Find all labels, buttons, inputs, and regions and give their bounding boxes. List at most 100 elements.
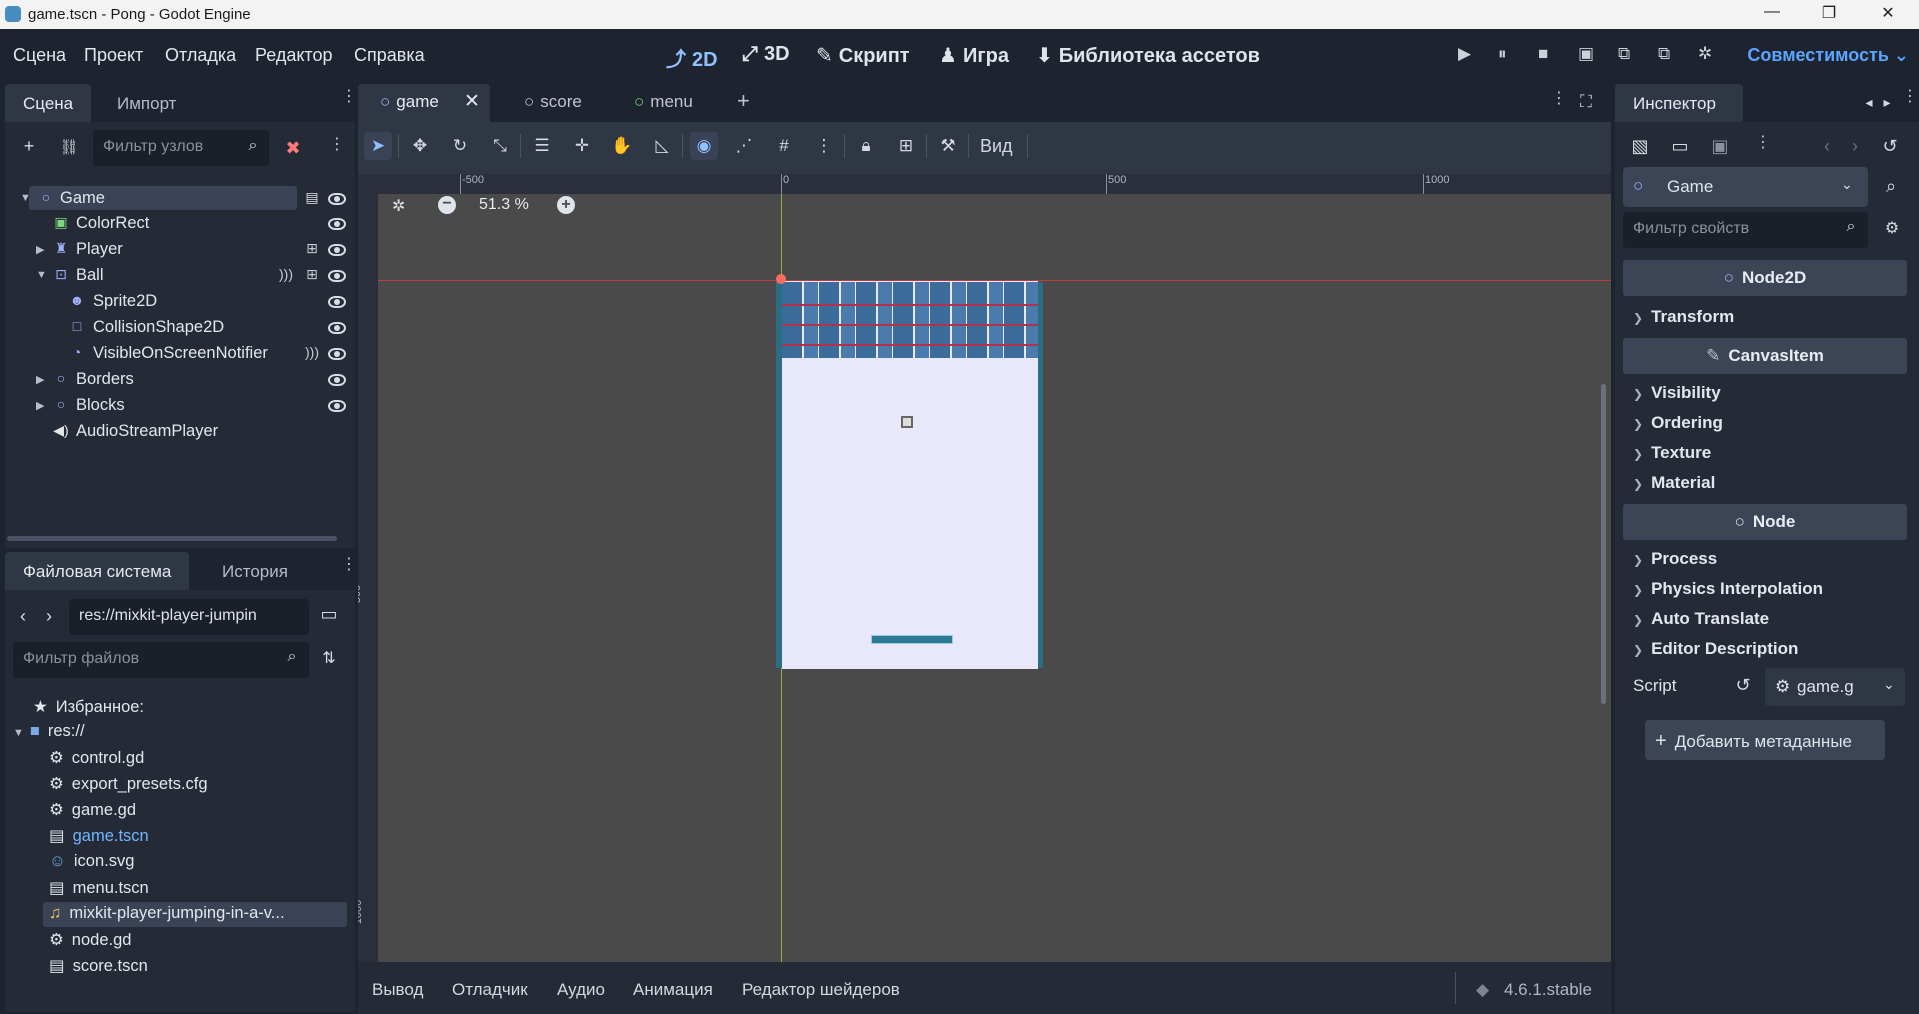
node-colorrect[interactable]: ▣ ColorRect [15, 212, 346, 236]
dock-menu-icon[interactable]: ⋮ [341, 557, 357, 573]
group-physics-interpolation[interactable]: ❯ Physics Interpolation [1633, 579, 1823, 599]
split-view-icon[interactable]: ▭ [318, 604, 340, 625]
tab-inspector[interactable]: Инспектор [1615, 84, 1743, 122]
play-scene-icon[interactable]: ⧉ [1618, 44, 1630, 64]
group-icon[interactable]: ⊞ [892, 132, 920, 160]
new-resource-icon[interactable]: ▧ [1629, 136, 1651, 157]
node-blocks[interactable]: ▶ ○ Blocks [15, 394, 346, 418]
restore-button[interactable]: ❐ [1814, 3, 1844, 25]
origin-marker[interactable] [776, 274, 786, 284]
group-visibility[interactable]: ❯ Visibility [1633, 383, 1721, 403]
file-item-selected[interactable]: ♫ mixkit-player-jumping-in-a-v... [49, 904, 285, 923]
distraction-free-icon[interactable]: ⛶ [1580, 92, 1592, 112]
zoom-level[interactable]: 51.3 % [479, 196, 529, 214]
dock-menu-icon[interactable]: ⋮ [341, 89, 357, 105]
visibility-eye-icon[interactable] [328, 296, 346, 308]
visibility-eye-icon[interactable] [328, 270, 346, 282]
visibility-eye-icon[interactable] [328, 400, 346, 412]
group-ordering[interactable]: ❯ Ordering [1633, 413, 1723, 433]
node-player[interactable]: ▶ ♜ Player ⊞ [15, 238, 346, 262]
player-paddle[interactable] [871, 635, 953, 644]
pause-icon[interactable]: ⏸ [1498, 44, 1507, 64]
move-tool-icon[interactable]: ✥ [406, 132, 434, 160]
play-icon[interactable]: ▶ [1458, 44, 1471, 64]
node-collisionshape2d[interactable]: □ CollisionShape2D [15, 316, 346, 340]
history-forward-icon[interactable]: ▸ [1880, 94, 1894, 111]
group-process[interactable]: ❯ Process [1633, 549, 1717, 569]
group-auto-translate[interactable]: ❯ Auto Translate [1633, 609, 1769, 629]
close-window-button[interactable]: ✕ [1873, 3, 1903, 25]
tab-import[interactable]: Импорт [99, 84, 194, 122]
group-selectable-icon[interactable]: ⊞ [303, 266, 321, 283]
expand-icon[interactable]: ▶ [36, 399, 44, 412]
section-node[interactable]: ○ Node [1623, 504, 1907, 540]
object-selector[interactable]: ○ Game ⌄ [1623, 167, 1868, 207]
collapse-icon[interactable]: ▼ [13, 727, 24, 739]
back-icon[interactable]: ‹ [15, 606, 31, 627]
file-item[interactable]: ⚙ export_presets.cfg [49, 774, 208, 794]
open-resource-icon[interactable]: ▭ [1669, 136, 1691, 157]
favorites-item[interactable]: ★ Избранное: [33, 697, 144, 717]
file-item[interactable]: ▤ score.tscn [49, 956, 148, 976]
visibility-eye-icon[interactable] [328, 218, 346, 230]
menu-editor[interactable]: Редактор [255, 45, 332, 66]
minimize-button[interactable]: — [1757, 3, 1787, 25]
zoom-out-icon[interactable]: − [438, 196, 456, 214]
workspace-assetlib[interactable]: ⬇ Библиотека ассетов [1036, 43, 1260, 68]
file-item[interactable]: ▤ menu.tscn [49, 878, 149, 898]
tab-shader-editor[interactable]: Редактор шейдеров [742, 980, 900, 1000]
file-item[interactable]: ⚙ node.gd [49, 930, 131, 950]
save-resource-icon[interactable]: ▣ [1709, 136, 1731, 157]
scale-tool-icon[interactable]: ⤡ [486, 132, 514, 160]
workspace-3d[interactable]: ⤢ 3D [742, 43, 790, 66]
close-tab-icon[interactable]: ✕ [464, 90, 480, 113]
pivot-tool-icon[interactable]: ✛ [568, 132, 596, 160]
next-object-icon[interactable]: › [1847, 136, 1863, 157]
tab-menu[interactable]: ○ menu [634, 92, 693, 112]
bone-icon[interactable]: ⚒ [934, 132, 962, 160]
tab-scene[interactable]: Сцена [5, 84, 92, 122]
add-node-icon[interactable]: + [17, 136, 41, 157]
pan-tool-icon[interactable]: ✋ [608, 132, 636, 160]
renderer-select[interactable]: Совместимость ⌄ [1747, 45, 1909, 66]
visibility-eye-icon[interactable] [328, 374, 346, 386]
node-borders[interactable]: ▶ ○ Borders [15, 368, 346, 392]
viewport-2d[interactable]: -500 0 500 1000 0 500 1000 ✲ − 51.3 % + [358, 174, 1611, 962]
expand-icon[interactable]: ▶ [36, 373, 44, 386]
section-node2d[interactable]: ○ Node2D [1623, 260, 1907, 296]
node-sprite2d[interactable]: ☻ Sprite2D [15, 290, 346, 314]
group-texture[interactable]: ❯ Texture [1633, 443, 1711, 463]
collapse-icon[interactable]: ▼ [20, 192, 31, 204]
script-icon[interactable]: ▤ [303, 189, 321, 206]
play-custom-icon[interactable]: ⧉ [1658, 44, 1670, 64]
scene-tree-scrollbar[interactable] [7, 536, 337, 541]
sort-icon[interactable]: ⇅ [318, 648, 340, 668]
group-material[interactable]: ❯ Material [1633, 473, 1715, 493]
signal-icon[interactable]: ))) [277, 266, 295, 282]
zoom-in-icon[interactable]: + [557, 196, 575, 214]
node-audiostreamplayer[interactable]: ◀) AudioStreamPlayer [15, 420, 345, 444]
revert-icon[interactable]: ↺ [1733, 675, 1753, 696]
script-remove-icon[interactable]: ✖ [281, 138, 305, 159]
ball-sprite[interactable] [901, 416, 913, 428]
workspace-game[interactable]: ♟ Игра [939, 43, 1009, 68]
forward-icon[interactable]: › [41, 606, 57, 627]
resource-menu-icon[interactable]: ⋮ [1755, 135, 1771, 151]
workspace-2d[interactable]: ⤴ 2D [666, 43, 718, 72]
property-filter-input[interactable]: Фильтр свойств [1623, 212, 1868, 248]
file-filter-input[interactable]: Фильтр файлов [13, 642, 309, 678]
rotate-tool-icon[interactable]: ↻ [446, 132, 474, 160]
node-visibleonscreennotifier[interactable]: ◔ VisibleOnScreenNotifier ))) [15, 342, 346, 366]
movie-maker-icon[interactable]: ✲ [1698, 44, 1712, 64]
scene-tabs-menu-icon[interactable]: ⋮ [1551, 91, 1567, 107]
script-value-field[interactable]: ⚙ game.g ⌄ [1765, 668, 1905, 706]
tab-output[interactable]: Вывод [372, 980, 423, 1000]
viewport-vscrollbar[interactable] [1601, 384, 1606, 704]
group-selectable-icon[interactable]: ⊞ [303, 240, 321, 257]
smart-snap-icon[interactable]: ◉ [690, 132, 718, 160]
menu-scene[interactable]: Сцена [13, 45, 66, 66]
root-folder[interactable]: ▼ ■ res:// [13, 722, 85, 741]
tab-audio[interactable]: Аудио [557, 980, 605, 1000]
ruler-tool-icon[interactable]: ◺ [648, 132, 676, 160]
group-editor-description[interactable]: ❯ Editor Description [1633, 639, 1798, 659]
